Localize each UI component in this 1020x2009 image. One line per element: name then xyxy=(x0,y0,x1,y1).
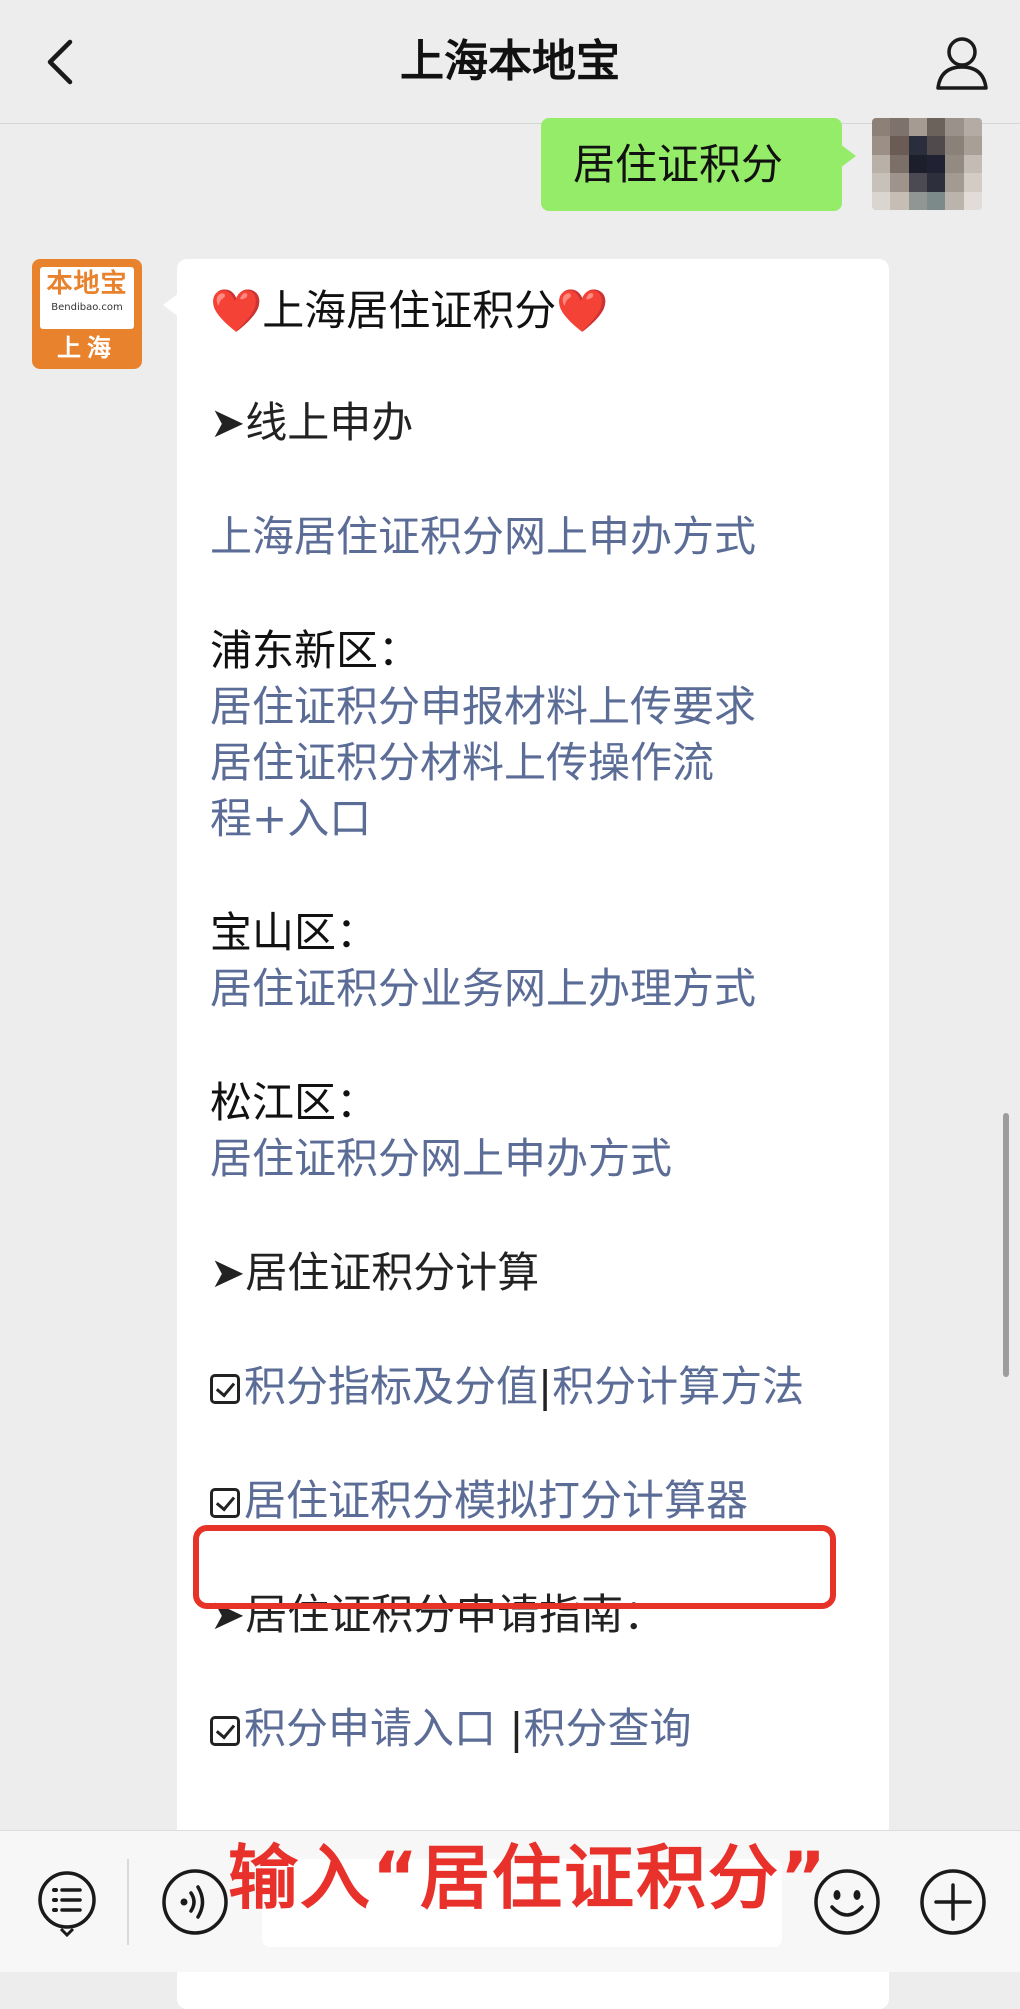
checkbox-icon xyxy=(210,1716,240,1746)
list-menu-icon xyxy=(38,1871,96,1938)
district-label-songjiang: 松江区： xyxy=(210,1078,379,1127)
district-label-baoshan: 宝山区： xyxy=(210,908,379,957)
link-songjiang-online-method[interactable]: 居住证积分网上申办方式 xyxy=(210,1134,672,1183)
voice-icon xyxy=(162,1869,228,1935)
voice-button[interactable] xyxy=(160,1867,230,1937)
link-apply-entry[interactable]: 积分申请入口 xyxy=(244,1704,509,1753)
plus-icon xyxy=(920,1869,986,1935)
message-title-row: ❤️上海居住证积分❤️ xyxy=(210,283,870,339)
heart-icon: ❤️ xyxy=(556,286,609,335)
link-score-calc-method[interactable]: 积分计算方法 xyxy=(552,1362,804,1411)
section-heading-online: ➤线上申办 xyxy=(210,398,414,447)
incoming-message-card: ❤️上海居住证积分❤️ ➤线上申办 上海居住证积分网上申办方式 浦东新区： 居住… xyxy=(163,259,889,2009)
link-score-indicators[interactable]: 积分指标及分值 xyxy=(244,1362,538,1411)
separator: | xyxy=(509,1704,524,1753)
message-title: 上海居住证积分 xyxy=(262,286,557,335)
profile-button[interactable] xyxy=(930,30,994,94)
self-avatar[interactable] xyxy=(872,118,982,210)
section-heading-guide: ➤居住证积分申请指南： xyxy=(210,1590,666,1639)
outgoing-message-text: 居住证积分 xyxy=(573,140,784,189)
plus-button[interactable] xyxy=(918,1867,988,1937)
toolbar-divider xyxy=(127,1859,129,1945)
checkbox-icon xyxy=(210,1374,240,1404)
link-score-simulator[interactable]: 居住证积分模拟打分计算器 xyxy=(244,1476,748,1525)
link-score-query[interactable]: 积分查询 xyxy=(524,1704,692,1753)
link-baoshan-online-method[interactable]: 居住证积分业务网上办理方式 xyxy=(210,964,756,1013)
link-pudong-upload-requirements[interactable]: 居住证积分申报材料上传要求 xyxy=(210,682,756,731)
heart-icon: ❤️ xyxy=(210,286,263,335)
scrollbar[interactable] xyxy=(1003,1113,1009,1377)
outgoing-message-bubble[interactable]: 居住证积分 xyxy=(541,118,856,211)
avatar-city-label: 上海 xyxy=(57,334,117,362)
brand-logo: 本地宝 Bendibao.com xyxy=(40,267,134,329)
account-avatar[interactable]: 本地宝 Bendibao.com 上海 xyxy=(32,259,142,369)
section-heading-calc: ➤居住证积分计算 xyxy=(210,1248,540,1297)
person-icon xyxy=(936,37,988,90)
instruction-overlay-text: 输入“居住证积分” xyxy=(228,1837,829,1919)
link-pudong-upload-process[interactable]: 居住证积分材料上传操作流程+入口 xyxy=(210,738,714,843)
link-online-apply-method[interactable]: 上海居住证积分网上申办方式 xyxy=(210,512,756,561)
navigation-bar: 上海本地宝 xyxy=(0,0,1020,124)
separator: | xyxy=(538,1362,553,1411)
chat-title: 上海本地宝 xyxy=(400,36,620,87)
menu-button[interactable] xyxy=(32,1867,102,1938)
district-label-pudong: 浦东新区： xyxy=(210,626,421,675)
checkbox-icon xyxy=(210,1488,240,1518)
message-content: ❤️上海居住证积分❤️ ➤线上申办 上海居住证积分网上申办方式 浦东新区： 居住… xyxy=(210,283,870,1757)
